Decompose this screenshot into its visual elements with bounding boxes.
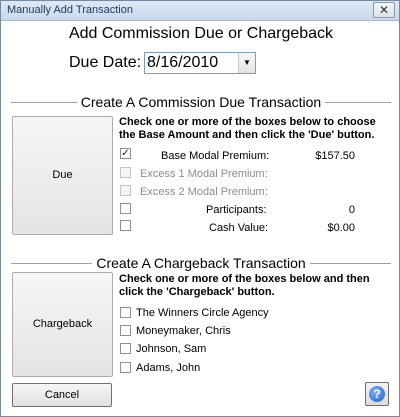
- participants-checkbox[interactable]: [120, 203, 131, 214]
- excess-1-modal-premium-checkbox[interactable]: [120, 167, 131, 178]
- window-title: Manually Add Transaction: [7, 4, 133, 16]
- chargeback-instructions: Check one or more of the boxes below and…: [119, 273, 370, 298]
- due-button[interactable]: Due: [12, 116, 113, 235]
- check-icon: ✓: [121, 148, 130, 159]
- participants-value: 0: [348, 204, 355, 216]
- base-modal-premium-label: Base Modal Premium:: [161, 150, 270, 162]
- cash-value-value: $0.00: [327, 222, 355, 234]
- commission-section-header: Create A Commission Due Transaction: [11, 93, 391, 111]
- title-bar: Manually Add Transaction: [1, 1, 399, 21]
- chevron-down-icon[interactable]: ▼: [238, 53, 255, 73]
- excess-2-modal-premium-checkbox[interactable]: [120, 185, 131, 196]
- chargeback-checkbox-adams[interactable]: [120, 362, 131, 373]
- dialog-window: Manually Add Transaction ✕ Add Commissio…: [0, 0, 400, 417]
- due-date-dropdown[interactable]: 8/16/2010 ▼: [144, 52, 256, 74]
- base-modal-premium-checkbox[interactable]: ✓: [120, 148, 131, 159]
- base-modal-premium-value: $157.50: [315, 150, 355, 162]
- chargeback-button[interactable]: Chargeback: [12, 272, 113, 377]
- cancel-button-label: Cancel: [44, 389, 80, 401]
- dialog-heading: Add Commission Due or Chargeback: [68, 25, 334, 42]
- due-date-value: 8/16/2010: [147, 54, 219, 71]
- commission-instructions: Check one or more of the boxes below to …: [119, 116, 376, 141]
- excess-1-modal-premium-label: Excess 1 Modal Premium:: [140, 168, 268, 180]
- help-icon: ?: [369, 386, 385, 402]
- chargeback-item-label: Johnson, Sam: [136, 343, 207, 355]
- chargeback-item-label: Adams, John: [136, 362, 201, 374]
- chargeback-button-label: Chargeback: [32, 318, 93, 330]
- participants-label: Participants:: [206, 204, 267, 216]
- close-icon: ✕: [378, 3, 390, 17]
- chargeback-checkbox-winners-circle[interactable]: [120, 307, 131, 318]
- excess-2-modal-premium-label: Excess 2 Modal Premium:: [140, 186, 268, 198]
- chargeback-checkbox-johnson[interactable]: [120, 343, 131, 354]
- cash-value-label: Cash Value:: [209, 222, 269, 234]
- cash-value-checkbox[interactable]: [120, 220, 131, 231]
- due-date-label: Due Date:: [69, 54, 142, 71]
- chargeback-section-title: Create A Chargeback Transaction: [92, 255, 310, 271]
- chargeback-item-label: Moneymaker, Chris: [136, 325, 231, 337]
- cancel-button[interactable]: Cancel: [12, 383, 112, 407]
- due-button-label: Due: [52, 169, 73, 181]
- chargeback-section-header: Create A Chargeback Transaction: [11, 254, 391, 272]
- chargeback-item-label: The Winners Circle Agency: [136, 307, 269, 319]
- help-button[interactable]: ?: [365, 382, 389, 406]
- commission-section-title: Create A Commission Due Transaction: [76, 94, 326, 110]
- close-button[interactable]: ✕: [373, 2, 395, 18]
- chargeback-checkbox-moneymaker[interactable]: [120, 325, 131, 336]
